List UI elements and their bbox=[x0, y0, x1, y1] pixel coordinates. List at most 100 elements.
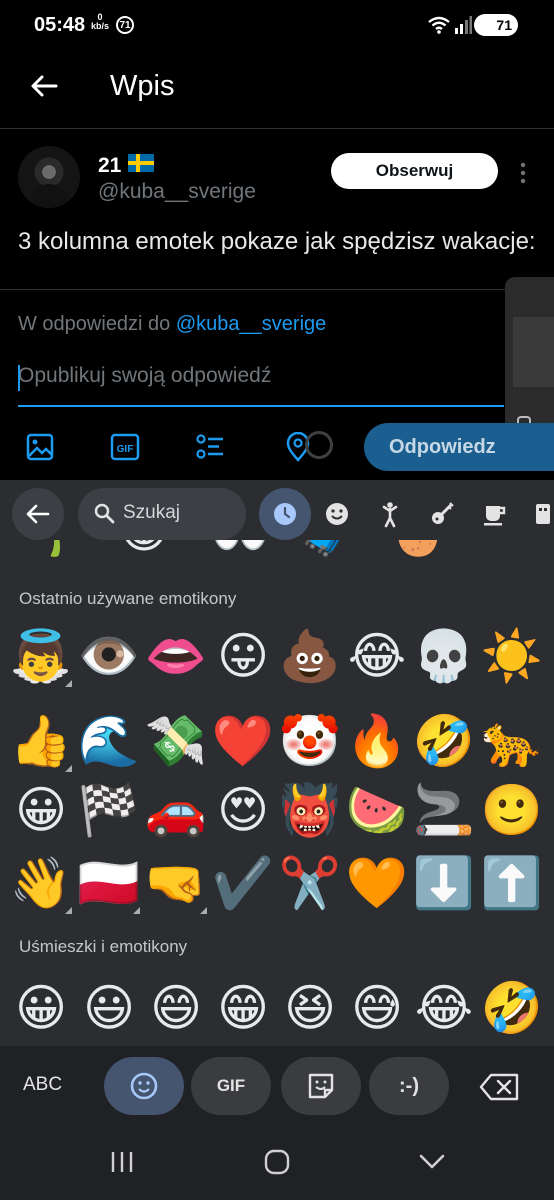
reply-submit-button[interactable]: Odpowiedz bbox=[364, 423, 554, 471]
follow-button[interactable]: Obserwuj bbox=[331, 153, 498, 189]
emoji-key[interactable]: 🚗 bbox=[143, 777, 209, 843]
emoji-key[interactable]: 👄 bbox=[143, 623, 209, 689]
signal-icon bbox=[455, 16, 472, 34]
sweden-flag-icon bbox=[128, 154, 154, 172]
backspace-icon[interactable] bbox=[479, 1072, 521, 1102]
partial-emoji: 🥚 bbox=[388, 540, 448, 558]
status-time: 05:48 bbox=[34, 14, 86, 36]
emoji-key[interactable]: ❤️ bbox=[210, 708, 276, 774]
keyboard-bottom-bar bbox=[0, 1046, 554, 1126]
back-arrow-icon[interactable] bbox=[26, 68, 62, 104]
emoji-key[interactable]: 🐆 bbox=[479, 708, 545, 774]
emoji-key[interactable]: 👹 bbox=[277, 777, 343, 843]
user-display-name[interactable]: 21 bbox=[98, 154, 121, 178]
emoji-key[interactable]: ☀️ bbox=[479, 623, 545, 689]
emoji-key[interactable]: 😀 bbox=[8, 975, 74, 1041]
emoji-key[interactable]: ⬆️ bbox=[479, 850, 545, 916]
emoji-key[interactable]: 😁 bbox=[210, 975, 276, 1041]
notification-count-icon: 71 bbox=[116, 16, 134, 34]
emoji-key[interactable]: 😅 bbox=[344, 975, 410, 1041]
people-category-icon[interactable] bbox=[376, 500, 404, 528]
replying-prefix: W odpowiedzi do bbox=[18, 313, 171, 335]
battery-indicator: 71 bbox=[474, 14, 518, 36]
emoji-key[interactable]: 🍉 bbox=[344, 777, 410, 843]
back-arrow-icon bbox=[26, 504, 50, 524]
category-recent-tab[interactable] bbox=[259, 488, 311, 540]
emoji-key[interactable]: ✔️ bbox=[210, 850, 276, 916]
emoji-key[interactable]: 😂 bbox=[411, 975, 477, 1041]
replying-to-label: W odpowiedzi do @kuba__sverige bbox=[18, 313, 326, 336]
smiley-category-icon[interactable] bbox=[323, 500, 351, 528]
page-title: Wpis bbox=[110, 70, 175, 102]
emoji-key[interactable]: 😍 bbox=[210, 777, 276, 843]
svg-text:GIF: GIF bbox=[117, 444, 134, 455]
keyboard-back-button[interactable] bbox=[12, 488, 64, 540]
replying-mention-link[interactable]: @kuba__sverige bbox=[176, 313, 326, 335]
emoji-key[interactable]: ⬇️ bbox=[411, 850, 477, 916]
avatar[interactable] bbox=[18, 146, 80, 208]
sticker-tab[interactable] bbox=[281, 1057, 361, 1115]
emoji-key[interactable]: 🤣 bbox=[479, 975, 545, 1041]
emoji-key[interactable]: 💩 bbox=[277, 623, 343, 689]
emoji-key[interactable]: 🌊 bbox=[76, 708, 142, 774]
partial-emoji: 😀 bbox=[119, 540, 169, 558]
image-icon[interactable] bbox=[25, 432, 55, 462]
partial-emoji: 🧳 bbox=[298, 540, 358, 558]
user-handle[interactable]: @kuba__sverige bbox=[98, 180, 256, 204]
emoji-key[interactable]: 👍 bbox=[8, 708, 74, 774]
emoji-key[interactable]: 🤜 bbox=[143, 850, 209, 916]
emoji-key[interactable]: 😆 bbox=[277, 975, 343, 1041]
emoji-key[interactable]: 👋 bbox=[8, 850, 74, 916]
network-speed: 0 kb/s bbox=[91, 12, 110, 31]
gif-tab-label: GIF bbox=[216, 1076, 246, 1095]
floating-video-window[interactable] bbox=[505, 277, 554, 445]
emoji-tab-icon bbox=[130, 1072, 158, 1100]
abc-key[interactable]: ABC bbox=[23, 1074, 62, 1096]
partial-emoji: 🌱 bbox=[22, 540, 82, 558]
gif-icon[interactable]: GIF bbox=[110, 432, 140, 462]
emoji-key[interactable]: 😄 bbox=[143, 975, 209, 1041]
sticker-icon bbox=[308, 1073, 334, 1099]
divider bbox=[0, 128, 554, 129]
partial-emoji: 👀 bbox=[210, 540, 270, 558]
reply-input[interactable]: Opublikuj swoją odpowiedź bbox=[18, 364, 504, 394]
emoji-key[interactable]: 🙂 bbox=[479, 777, 545, 843]
emoji-key[interactable]: 🚬 bbox=[411, 777, 477, 843]
divider bbox=[0, 289, 554, 290]
emoji-key[interactable]: 😂 bbox=[344, 623, 410, 689]
more-options-icon[interactable] bbox=[516, 161, 530, 185]
emoji-key[interactable]: 🏁 bbox=[76, 777, 142, 843]
text-cursor bbox=[18, 365, 20, 391]
post-text: 3 kolumna emotek pokaze jak spędzisz wak… bbox=[18, 228, 536, 255]
emoji-key[interactable]: ✂️ bbox=[277, 850, 343, 916]
emoji-key[interactable]: 😀 bbox=[8, 777, 74, 843]
nav-back-icon[interactable] bbox=[418, 1150, 446, 1174]
search-icon bbox=[94, 503, 115, 524]
emoji-row-partial: 🌱 😀 👀 🧳 🥚 bbox=[0, 540, 554, 560]
clock-icon bbox=[274, 503, 296, 525]
recent-emojis-title: Ostatnio używane emotikony bbox=[19, 589, 237, 608]
poll-icon[interactable] bbox=[195, 432, 225, 462]
emoji-key[interactable]: 🤡 bbox=[277, 708, 343, 774]
wifi-icon bbox=[428, 16, 450, 34]
emoticon-tab[interactable]: :-) bbox=[369, 1057, 449, 1115]
food-category-icon[interactable] bbox=[480, 500, 508, 528]
emoji-key[interactable]: 👼 bbox=[8, 623, 74, 689]
emoji-key[interactable]: 😛 bbox=[210, 623, 276, 689]
travel-category-icon[interactable] bbox=[532, 500, 554, 528]
smileys-title: Uśmieszki i emotikony bbox=[19, 937, 188, 956]
home-icon[interactable] bbox=[263, 1149, 291, 1175]
emoji-key[interactable]: 💸 bbox=[143, 708, 209, 774]
emoji-tab[interactable] bbox=[104, 1057, 184, 1115]
emoji-key[interactable]: 🔥 bbox=[344, 708, 410, 774]
character-count-circle bbox=[305, 431, 333, 459]
emoji-key[interactable]: 🧡 bbox=[344, 850, 410, 916]
emoji-key[interactable]: 👁️ bbox=[76, 623, 142, 689]
emoji-key[interactable]: 💀 bbox=[411, 623, 477, 689]
emoji-key[interactable]: 🇵🇱 bbox=[76, 850, 142, 916]
activity-category-icon[interactable] bbox=[428, 500, 456, 528]
emoji-key[interactable]: 🤣 bbox=[411, 708, 477, 774]
emoji-key[interactable]: 😃 bbox=[76, 975, 142, 1041]
search-placeholder: Szukaj bbox=[123, 502, 181, 523]
recent-apps-icon[interactable] bbox=[108, 1150, 136, 1174]
